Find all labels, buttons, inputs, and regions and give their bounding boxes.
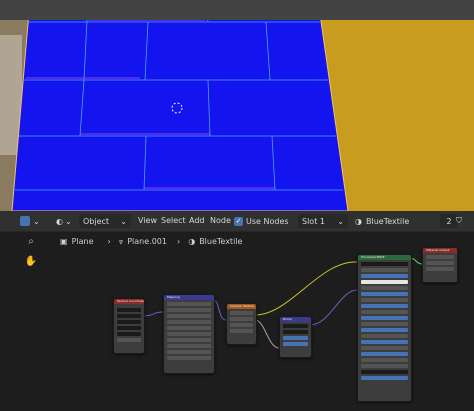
node-title: Bump (280, 317, 311, 322)
node-mapping[interactable]: Mapping (163, 294, 215, 374)
link-checker-basecolor (254, 261, 358, 316)
node-title: Mapping (164, 295, 214, 300)
node-material-output[interactable]: Material Output (422, 247, 458, 283)
link-texcoord-mapping (142, 311, 164, 317)
node-bump[interactable]: Bump (279, 316, 312, 358)
node-title: Checker Texture (227, 304, 256, 309)
node-title: Principled BSDF (358, 255, 411, 260)
node-title: Material Output (423, 248, 457, 253)
node-checker-texture[interactable]: Checker Texture (226, 303, 257, 345)
link-checker-bump (254, 319, 280, 349)
node-principled-bsdf[interactable]: Principled BSDF (357, 254, 412, 402)
node-texture-coordinate[interactable]: Texture Coordinate (113, 298, 145, 354)
link-bump-bsdf (309, 289, 358, 326)
node-title: Texture Coordinate (114, 299, 144, 304)
